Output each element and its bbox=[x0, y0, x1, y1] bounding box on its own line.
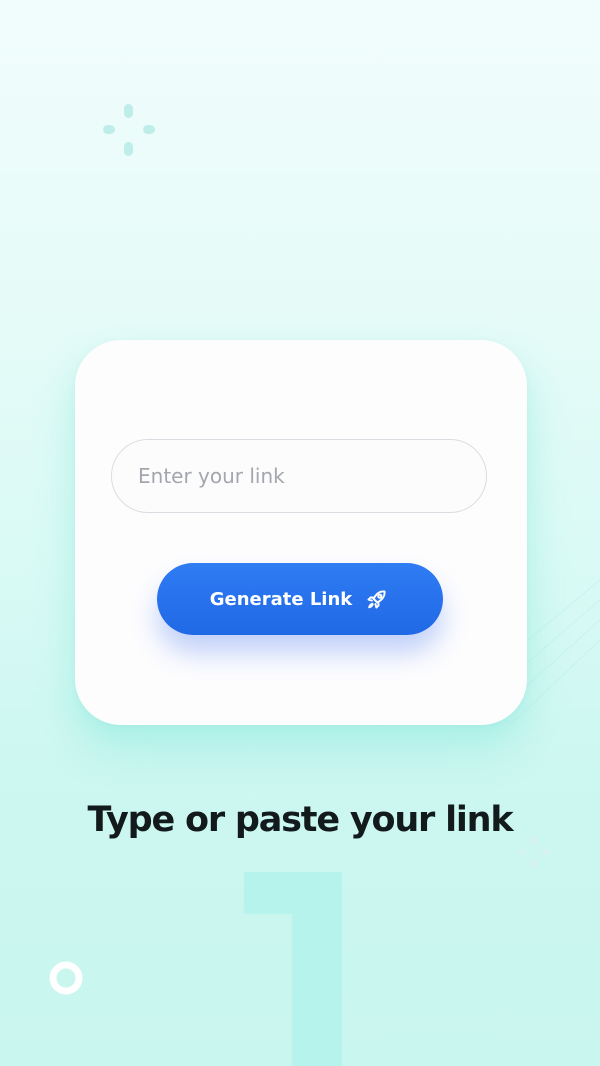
rocket-icon bbox=[367, 590, 386, 609]
sparkle-icon bbox=[103, 104, 155, 156]
link-card: Generate Link bbox=[75, 340, 527, 725]
generate-link-button[interactable]: Generate Link bbox=[157, 563, 443, 635]
sparkle-icon bbox=[518, 836, 550, 868]
generate-link-label: Generate Link bbox=[209, 588, 353, 610]
link-input[interactable] bbox=[111, 439, 487, 513]
ring-icon bbox=[49, 961, 83, 995]
page-title: Type or paste your link bbox=[87, 800, 514, 840]
step-number-graphic bbox=[244, 872, 342, 1066]
